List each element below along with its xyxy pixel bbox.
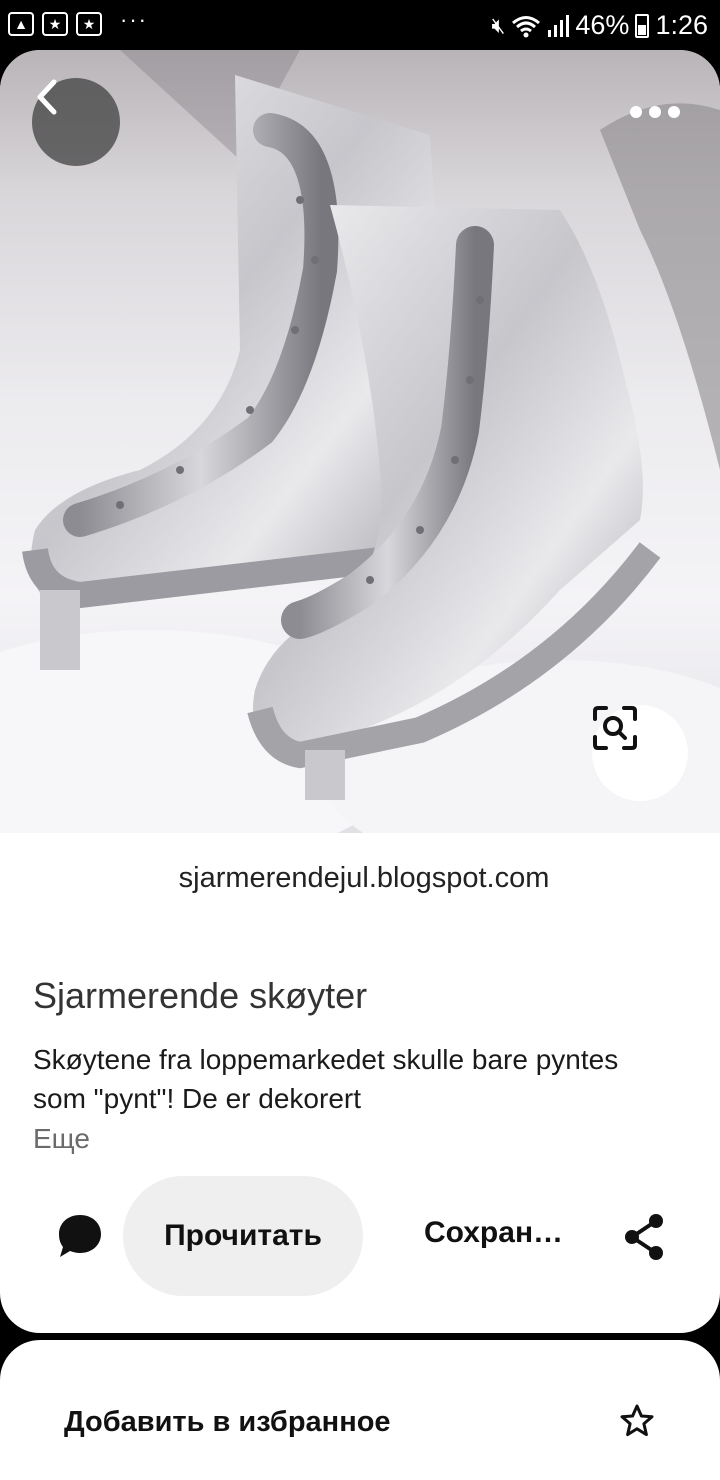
image-notification-icon: ▲ <box>8 12 34 36</box>
share-icon[interactable] <box>620 1212 668 1262</box>
dot-icon <box>668 106 680 118</box>
visual-search-button[interactable] <box>592 705 688 801</box>
mute-icon: 🔇︎ <box>491 12 506 38</box>
battery-percent: 46% <box>575 10 630 40</box>
pin-description: Skøytene fra loppemarkedet skulle bare p… <box>33 1044 619 1114</box>
clock: 1:26 <box>655 10 708 40</box>
add-to-favorites-label[interactable]: Добавить в избранное <box>64 1406 391 1439</box>
star-outline-icon[interactable] <box>620 1404 654 1438</box>
star-notification-icon: ★ <box>42 12 68 36</box>
chevron-left-icon <box>37 79 57 115</box>
source-link[interactable]: sjarmerendejul.blogspot.com <box>0 862 720 895</box>
bottom-sheet: Добавить в избранное <box>0 1340 720 1480</box>
back-button[interactable] <box>32 78 120 166</box>
more-notifications-icon: ··· <box>120 7 148 32</box>
star-notification-icon: ★ <box>76 12 102 36</box>
save-button[interactable]: Сохран… <box>424 1216 563 1250</box>
status-bar: ▲ ★ ★ ··· 🔇︎ 46% 1:26 <box>0 0 720 50</box>
pin-title: Sjarmerende skøyter <box>33 975 368 1016</box>
battery-icon <box>635 13 650 38</box>
lens-search-icon <box>593 706 637 750</box>
show-more-link[interactable]: Еще <box>33 1123 90 1155</box>
read-button[interactable]: Прочитать <box>123 1176 363 1296</box>
action-bar: Прочитать Сохран… <box>0 1176 720 1296</box>
wifi-icon <box>512 15 541 37</box>
signal-icon <box>548 14 570 37</box>
comment-icon[interactable] <box>56 1212 104 1260</box>
pin-card: sjarmerendejul.blogspot.com Sjarmerende … <box>0 50 720 1333</box>
dot-icon <box>649 106 661 118</box>
pin-image[interactable] <box>0 50 720 833</box>
dot-icon <box>630 106 642 118</box>
more-options-button[interactable] <box>630 106 680 118</box>
